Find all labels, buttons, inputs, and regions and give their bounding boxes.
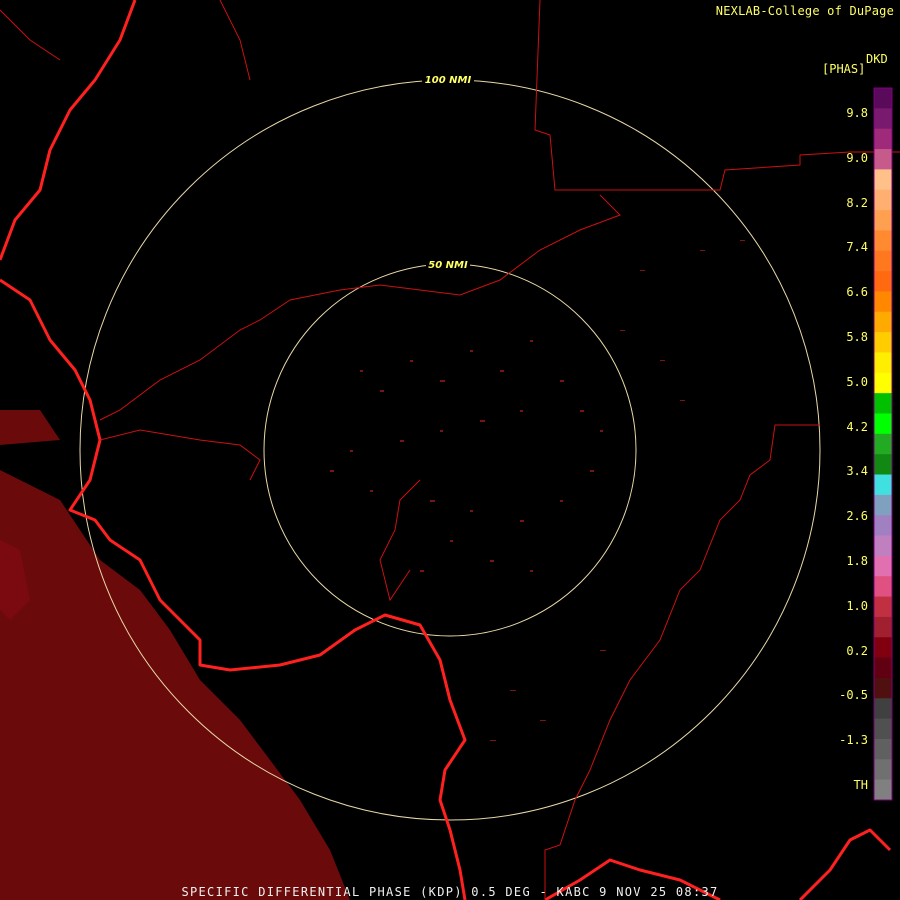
- legend-swatch: [874, 738, 892, 760]
- legend-swatch: [874, 128, 892, 150]
- legend-tick-label: 4.2: [846, 419, 868, 434]
- legend-swatch: [874, 210, 892, 231]
- legend-tick-label: 6.6: [846, 285, 868, 300]
- legend-swatch: [874, 677, 892, 699]
- legend-swatch: [874, 332, 892, 353]
- legend-swatch: [874, 433, 892, 455]
- legend-swatch: [874, 718, 892, 740]
- legend-swatch: [874, 108, 892, 130]
- legend-swatch: [874, 657, 892, 679]
- legend-swatch: [874, 413, 892, 435]
- legend-tick-label: 0.2: [846, 643, 868, 658]
- legend-tick-label: 1.0: [846, 598, 868, 613]
- legend-tick-label: 5.0: [846, 374, 868, 389]
- legend-swatch: [874, 169, 892, 191]
- legend-swatch: [874, 576, 892, 598]
- legend-swatch: [874, 698, 892, 720]
- legend-product: DKD: [866, 52, 888, 66]
- legend-units: [PHAS]: [822, 62, 866, 76]
- echo-region: [0, 410, 350, 900]
- legend-tick-label: 5.8: [846, 330, 868, 344]
- legend-swatch: [874, 189, 892, 211]
- product-footer: SPECIFIC DIFFERENTIAL PHASE (KDP) 0.5 DE…: [181, 885, 719, 899]
- legend-tick-label: 3.4: [846, 464, 868, 479]
- legend-swatch: [874, 250, 892, 272]
- legend-swatch: [874, 779, 892, 801]
- legend-swatch: [874, 759, 892, 781]
- radar-map: 100 NMI 50 NMI: [0, 0, 900, 900]
- legend-swatch: [874, 474, 892, 496]
- legend-swatch: [874, 230, 892, 252]
- legend-swatch: [874, 616, 892, 638]
- legend-swatch: [874, 311, 892, 333]
- ring-label-50: 50 NMI: [428, 260, 468, 271]
- legend-tick-label: 9.0: [846, 150, 868, 165]
- legend-swatch: [874, 88, 892, 109]
- legend-tick-label: 1.8: [846, 554, 868, 568]
- legend-color-bar: [873, 87, 893, 801]
- legend-swatch: [874, 271, 892, 292]
- legend-tick-label: 2.6: [846, 509, 868, 524]
- legend-tick-label: TH: [853, 778, 868, 792]
- legend-swatch: [874, 515, 892, 537]
- legend-swatch: [874, 454, 892, 476]
- legend-tick-label: -0.5: [839, 688, 868, 703]
- legend-tick-label: 9.8: [846, 106, 868, 120]
- legend-swatch: [874, 535, 892, 557]
- legend-swatch: [874, 291, 892, 313]
- legend-tick-label: 7.4: [846, 240, 868, 255]
- legend-swatch: [874, 637, 892, 659]
- legend-swatch: [874, 393, 892, 414]
- legend-swatch: [874, 372, 892, 394]
- ring-label-100: 100 NMI: [425, 75, 472, 86]
- legend-swatch: [874, 352, 892, 374]
- clutter-echoes: [330, 240, 745, 741]
- ring-50-nmi: [263, 263, 637, 637]
- legend-swatch: [874, 149, 892, 170]
- credit-label: NEXLAB-College of DuPage: [715, 4, 894, 18]
- legend-swatch: [874, 596, 892, 618]
- legend-tick-label: -1.3: [839, 733, 868, 748]
- legend-swatch: [874, 555, 892, 577]
- legend-tick-label: 8.2: [846, 195, 868, 210]
- legend-swatch: [874, 494, 892, 516]
